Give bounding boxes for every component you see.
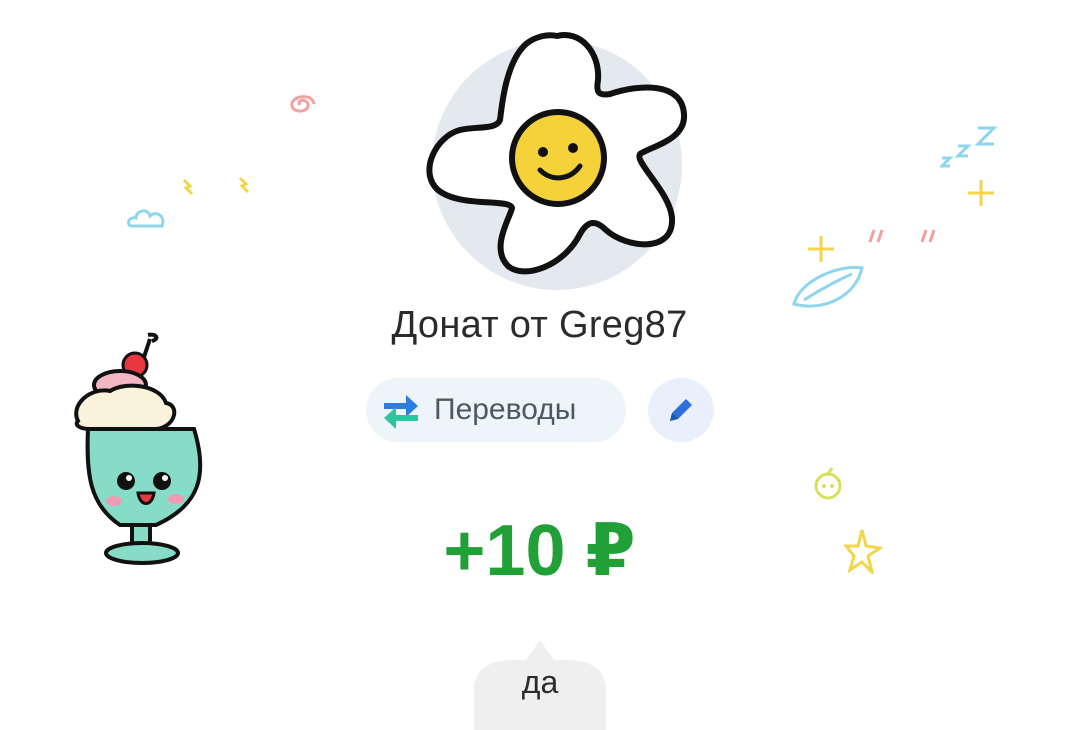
pencil-icon <box>670 399 692 421</box>
star-sparkle-doodle-2 <box>808 236 834 262</box>
donation-amount: +10 ₽ <box>443 511 636 591</box>
donation-title: Донат от Greg87 <box>391 304 688 346</box>
avatar <box>426 32 687 275</box>
flower-smiley-avatar-icon <box>426 32 687 275</box>
category-label: Переводы <box>434 393 577 426</box>
category-button[interactable]: Переводы <box>366 378 626 442</box>
apple-doodle <box>814 467 842 500</box>
edit-button[interactable] <box>648 378 714 442</box>
zzz-doodle <box>940 126 998 168</box>
donation-comment: да <box>521 664 559 700</box>
quote-doodles <box>868 229 936 243</box>
swirl-doodle <box>290 95 316 113</box>
transfer-arrows-icon <box>384 395 418 429</box>
sparkle-doodles <box>182 176 250 196</box>
cloud-doodle <box>127 209 165 228</box>
star-sparkle-doodle <box>968 180 994 206</box>
